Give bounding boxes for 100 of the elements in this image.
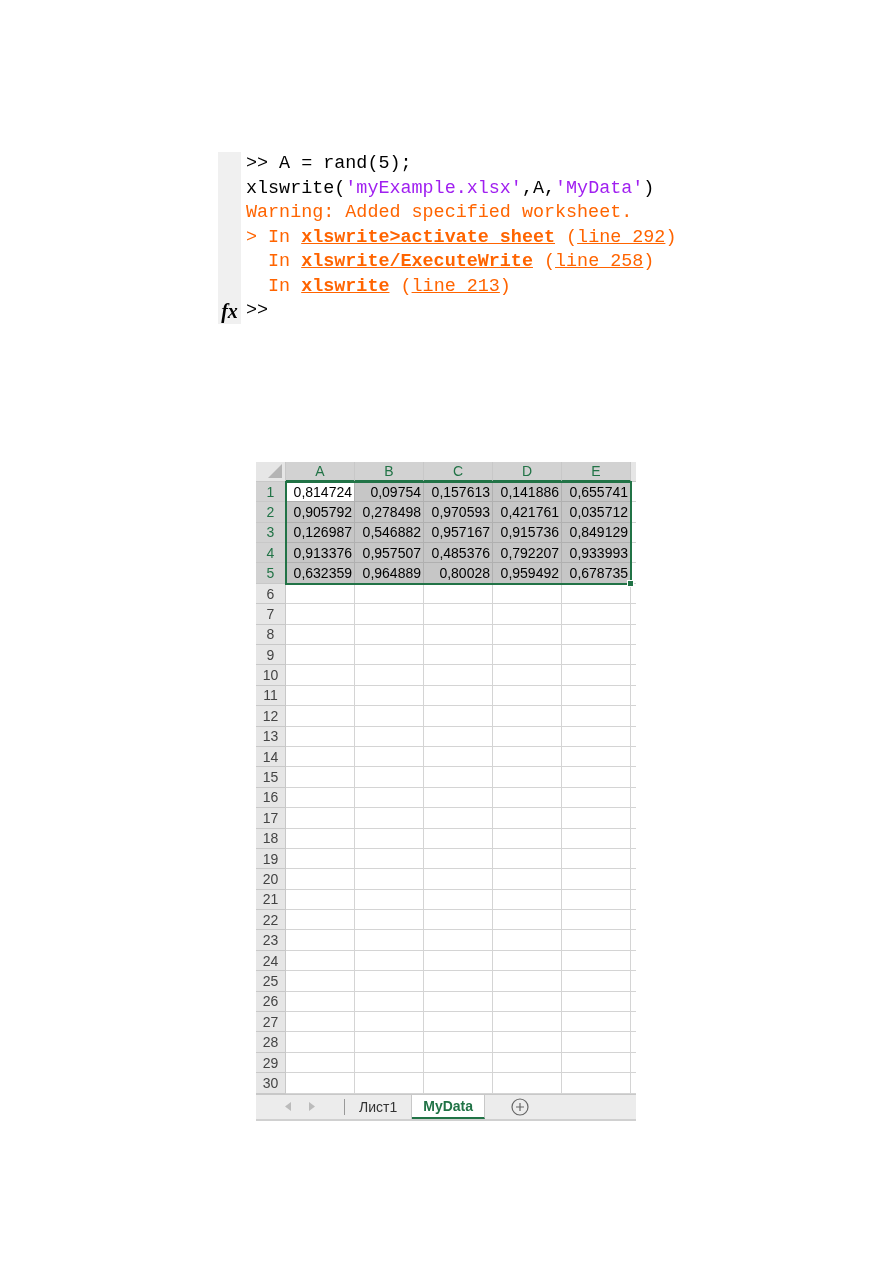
table-cell[interactable] (493, 767, 562, 788)
table-cell[interactable] (493, 828, 562, 849)
table-cell[interactable] (286, 950, 355, 972)
table-cell[interactable] (562, 1032, 631, 1053)
table-cell[interactable] (424, 930, 493, 951)
table-cell[interactable]: 0,959492 (493, 563, 562, 584)
table-cell[interactable] (355, 848, 424, 870)
table-cell[interactable] (493, 665, 562, 686)
table-cell[interactable] (562, 624, 631, 645)
table-cell[interactable] (493, 1032, 562, 1053)
column-header[interactable]: D (493, 461, 562, 482)
table-cell[interactable]: 0,09754 (355, 481, 424, 503)
table-cell[interactable] (562, 991, 631, 1013)
table-cell[interactable]: 0,913376 (286, 543, 355, 564)
table-cell[interactable] (424, 1052, 493, 1074)
table-cell[interactable] (424, 604, 493, 625)
table-cell[interactable]: 0,792207 (493, 543, 562, 564)
row-header[interactable]: 7 (256, 604, 286, 625)
table-cell[interactable] (562, 971, 631, 992)
table-cell[interactable] (355, 1012, 424, 1033)
table-cell[interactable]: 0,905792 (286, 502, 355, 523)
table-cell[interactable] (424, 583, 493, 605)
table-cell[interactable] (286, 971, 355, 992)
table-cell[interactable] (493, 1073, 562, 1094)
table-cell[interactable] (355, 1073, 424, 1094)
table-cell[interactable] (562, 950, 631, 972)
table-cell[interactable] (562, 746, 631, 768)
table-cell[interactable] (355, 746, 424, 768)
row-header[interactable]: 24 (256, 950, 286, 972)
table-cell[interactable] (424, 787, 493, 809)
table-cell[interactable]: 0,485376 (424, 543, 493, 564)
table-cell[interactable] (493, 583, 562, 605)
table-cell[interactable]: 0,957507 (355, 543, 424, 564)
table-cell[interactable] (493, 706, 562, 727)
table-cell[interactable] (355, 971, 424, 992)
table-cell[interactable] (286, 1052, 355, 1074)
table-cell[interactable]: 0,421761 (493, 502, 562, 523)
row-header[interactable]: 9 (256, 645, 286, 666)
table-cell[interactable] (355, 828, 424, 849)
table-cell[interactable] (424, 808, 493, 829)
table-cell[interactable] (286, 889, 355, 911)
table-cell[interactable]: 0,970593 (424, 502, 493, 523)
table-cell[interactable] (286, 808, 355, 829)
row-header[interactable]: 26 (256, 991, 286, 1013)
table-cell[interactable] (493, 1052, 562, 1074)
table-cell[interactable] (355, 930, 424, 951)
table-cell[interactable] (286, 787, 355, 809)
table-cell[interactable] (424, 685, 493, 707)
table-cell[interactable]: 0,964889 (355, 563, 424, 584)
row-header[interactable]: 28 (256, 1032, 286, 1053)
row-header[interactable]: 17 (256, 808, 286, 829)
table-cell[interactable]: 0,915736 (493, 522, 562, 544)
table-cell[interactable] (286, 645, 355, 666)
row-header[interactable]: 8 (256, 624, 286, 645)
table-cell[interactable] (355, 787, 424, 809)
table-cell[interactable] (424, 767, 493, 788)
row-header[interactable]: 21 (256, 889, 286, 911)
row-header[interactable]: 19 (256, 848, 286, 870)
table-cell[interactable]: 0,632359 (286, 563, 355, 584)
table-cell[interactable] (424, 1012, 493, 1033)
row-header[interactable]: 20 (256, 869, 286, 890)
row-header[interactable]: 13 (256, 726, 286, 747)
table-cell[interactable] (286, 1073, 355, 1094)
table-cell[interactable] (355, 808, 424, 829)
table-cell[interactable] (493, 950, 562, 972)
table-cell[interactable] (493, 991, 562, 1013)
table-cell[interactable]: 0,678735 (562, 563, 631, 584)
table-cell[interactable] (355, 910, 424, 931)
table-cell[interactable] (493, 746, 562, 768)
table-cell[interactable] (562, 604, 631, 625)
command-prompt[interactable]: >> (246, 299, 677, 324)
select-all-corner[interactable] (256, 461, 286, 482)
row-header[interactable]: 29 (256, 1052, 286, 1074)
table-cell[interactable] (424, 1073, 493, 1094)
table-cell[interactable] (562, 665, 631, 686)
table-cell[interactable]: 0,035712 (562, 502, 631, 523)
row-header[interactable]: 4 (256, 543, 286, 564)
row-header[interactable]: 23 (256, 930, 286, 951)
table-cell[interactable] (286, 726, 355, 747)
table-cell[interactable] (562, 889, 631, 911)
table-cell[interactable] (493, 869, 562, 890)
table-cell[interactable] (355, 767, 424, 788)
table-cell[interactable] (562, 767, 631, 788)
table-cell[interactable] (424, 991, 493, 1013)
table-cell[interactable] (424, 726, 493, 747)
table-cell[interactable] (355, 1032, 424, 1053)
row-header[interactable]: 25 (256, 971, 286, 992)
table-cell[interactable]: 0,278498 (355, 502, 424, 523)
table-cell[interactable] (286, 624, 355, 645)
table-cell[interactable] (355, 706, 424, 727)
table-cell[interactable] (424, 848, 493, 870)
table-cell[interactable]: 0,157613 (424, 481, 493, 503)
table-cell[interactable] (355, 583, 424, 605)
table-cell[interactable] (562, 645, 631, 666)
scroll-left-icon[interactable] (285, 1102, 291, 1112)
table-cell[interactable] (286, 991, 355, 1013)
row-header[interactable]: 30 (256, 1073, 286, 1094)
add-sheet-icon[interactable] (511, 1097, 529, 1116)
table-cell[interactable] (286, 1032, 355, 1053)
table-cell[interactable]: 0,141886 (493, 481, 562, 503)
